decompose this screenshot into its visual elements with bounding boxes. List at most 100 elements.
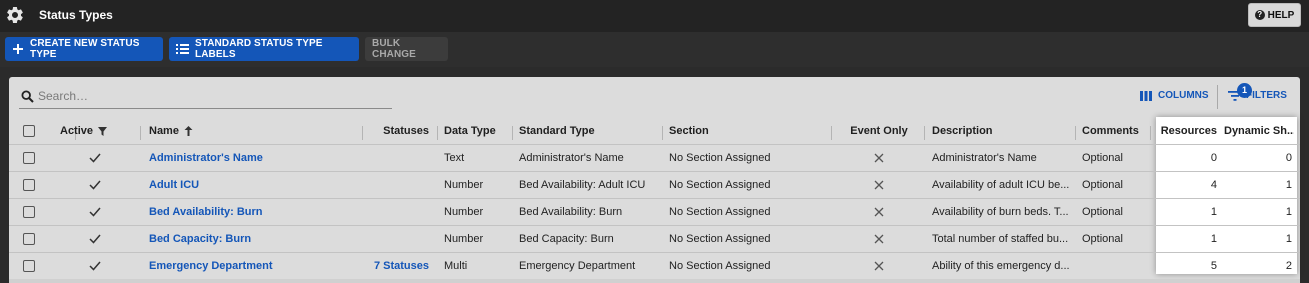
grid-footer-edge <box>9 279 1300 283</box>
standard-type-cell: Administrator's Name <box>519 152 624 164</box>
row-checkbox[interactable] <box>23 152 35 164</box>
data-type-cell: Multi <box>444 260 468 272</box>
description-cell: Availability of burn beds. T... <box>932 206 1069 218</box>
dynamic-cell: 1 <box>1285 206 1292 218</box>
status-type-name-link[interactable]: Bed Availability: Burn <box>149 199 359 225</box>
row-checkbox[interactable] <box>23 260 35 272</box>
table-row[interactable]: Administrator's Name Text Administrator's … <box>9 145 1300 172</box>
column-header-event-only[interactable]: Event Only <box>839 118 919 144</box>
table-row[interactable]: Bed Availability: Burn Number Bed Availabi… <box>9 199 1300 226</box>
comments-cell: Optional <box>1082 152 1123 164</box>
columns-icon <box>1140 90 1152 101</box>
standard-labels-button[interactable]: STANDARD STATUS TYPE LABELS <box>169 37 359 61</box>
column-separator[interactable] <box>1150 126 1151 140</box>
section-cell: No Section Assigned <box>669 206 771 218</box>
filter-icon[interactable] <box>98 126 108 136</box>
column-separator[interactable] <box>1075 126 1076 140</box>
active-check-icon <box>75 226 115 252</box>
section-cell: No Section Assigned <box>669 179 771 191</box>
row-select-cell <box>23 199 43 225</box>
column-header-statuses[interactable]: Statuses <box>369 118 429 144</box>
search-input[interactable] <box>38 89 378 103</box>
comments-cell: Optional <box>1082 233 1123 245</box>
section-cell: No Section Assigned <box>669 152 771 164</box>
page-title: Status Types <box>39 8 113 22</box>
row-checkbox[interactable] <box>23 179 35 191</box>
statuses-link[interactable] <box>354 226 429 252</box>
status-type-name-link[interactable]: Adult ICU <box>149 172 359 198</box>
description-cell: Total number of staffed bu... <box>932 233 1069 245</box>
column-header-standard-type[interactable]: Standard Type <box>519 118 659 144</box>
resources-cell: 4 <box>1210 179 1217 191</box>
table-row[interactable]: Emergency Department 7 Statuses Multi Emerg… <box>9 253 1300 280</box>
column-separator[interactable] <box>362 126 363 140</box>
column-header-active[interactable]: Active <box>60 118 140 144</box>
event-only-close-icon <box>839 172 919 198</box>
toolbar-divider <box>1217 85 1218 109</box>
status-types-grid: COLUMNS FILTERS 1 Active Name Statuse <box>9 77 1300 283</box>
row-checkbox[interactable] <box>23 233 35 245</box>
gear-icon[interactable] <box>5 5 25 25</box>
toolbar: CREATE NEW STATUS TYPE STANDARD STATUS T… <box>0 32 1309 67</box>
status-type-name-link[interactable]: Administrator's Name <box>149 145 359 171</box>
standard-labels-label: STANDARD STATUS TYPE LABELS <box>195 38 323 60</box>
status-type-name-link[interactable]: Bed Capacity: Burn <box>149 226 359 252</box>
dynamic-cell: 0 <box>1285 152 1292 164</box>
data-type-cell: Text <box>444 152 465 164</box>
column-header-data-type[interactable]: Data Type <box>444 118 514 144</box>
dynamic-cell: 2 <box>1285 260 1292 272</box>
data-type-cell: Number <box>444 233 484 245</box>
data-type-cell: Number <box>444 206 484 218</box>
help-button[interactable]: ? HELP <box>1248 3 1301 27</box>
help-label: HELP <box>1267 9 1295 21</box>
sort-ascending-icon[interactable] <box>184 126 193 136</box>
resources-cell: 1 <box>1210 233 1217 245</box>
column-separator[interactable] <box>140 126 141 140</box>
active-check-icon <box>75 253 115 279</box>
row-select-cell <box>23 172 43 198</box>
status-type-name-link[interactable]: Emergency Department <box>149 253 359 279</box>
column-header-section[interactable]: Section <box>669 118 829 144</box>
section-cell: No Section Assigned <box>669 260 771 272</box>
row-select-cell <box>23 226 43 252</box>
grid-header-row: Active Name Statuses Data Type Standard … <box>9 118 1300 145</box>
dynamic-cell: 1 <box>1285 233 1292 245</box>
resources-cell: 0 <box>1210 152 1217 164</box>
row-select-cell <box>23 253 43 279</box>
table-row[interactable]: Adult ICU Number Bed Availability: Adult I… <box>9 172 1300 199</box>
columns-label: COLUMNS <box>1158 90 1209 101</box>
create-status-type-button[interactable]: CREATE NEW STATUS TYPE <box>5 37 163 61</box>
statuses-link[interactable] <box>354 145 429 171</box>
statuses-link[interactable] <box>354 199 429 225</box>
column-separator[interactable] <box>437 126 438 140</box>
standard-type-cell: Bed Availability: Burn <box>519 206 623 218</box>
column-header-comments[interactable]: Comments <box>1082 118 1150 144</box>
statuses-link[interactable] <box>354 172 429 198</box>
column-separator[interactable] <box>512 126 513 140</box>
statuses-link[interactable]: 7 Statuses <box>354 253 429 279</box>
column-header-dynamic[interactable]: Dynamic Sh... <box>1224 118 1294 144</box>
standard-type-cell: Emergency Department <box>519 260 636 272</box>
row-checkbox[interactable] <box>23 206 35 218</box>
standard-type-cell: Bed Availability: Adult ICU <box>519 179 646 191</box>
column-separator[interactable] <box>662 126 663 140</box>
bulk-change-label: BULK CHANGE <box>372 38 416 60</box>
column-separator[interactable] <box>924 126 925 140</box>
column-separator[interactable] <box>831 126 832 140</box>
section-cell: No Section Assigned <box>669 233 771 245</box>
table-row[interactable]: Bed Capacity: Burn Number Bed Capacity: Bu… <box>9 226 1300 253</box>
column-header-active-label: Active <box>60 125 94 137</box>
bulk-change-button[interactable]: BULK CHANGE <box>365 37 448 61</box>
column-header-name[interactable]: Name <box>149 118 359 144</box>
comments-cell: Optional <box>1082 179 1123 191</box>
title-bar: Status Types ? HELP <box>0 0 1309 32</box>
select-all-checkbox[interactable] <box>23 125 35 137</box>
plus-icon <box>12 43 24 55</box>
list-icon <box>176 43 189 55</box>
resources-cell: 1 <box>1210 206 1217 218</box>
column-header-resources[interactable]: Resources <box>1157 118 1217 144</box>
help-icon: ? <box>1254 10 1265 20</box>
description-cell: Availability of adult ICU be... <box>932 179 1070 191</box>
columns-button[interactable]: COLUMNS <box>1140 90 1209 101</box>
column-header-description[interactable]: Description <box>932 118 1072 144</box>
